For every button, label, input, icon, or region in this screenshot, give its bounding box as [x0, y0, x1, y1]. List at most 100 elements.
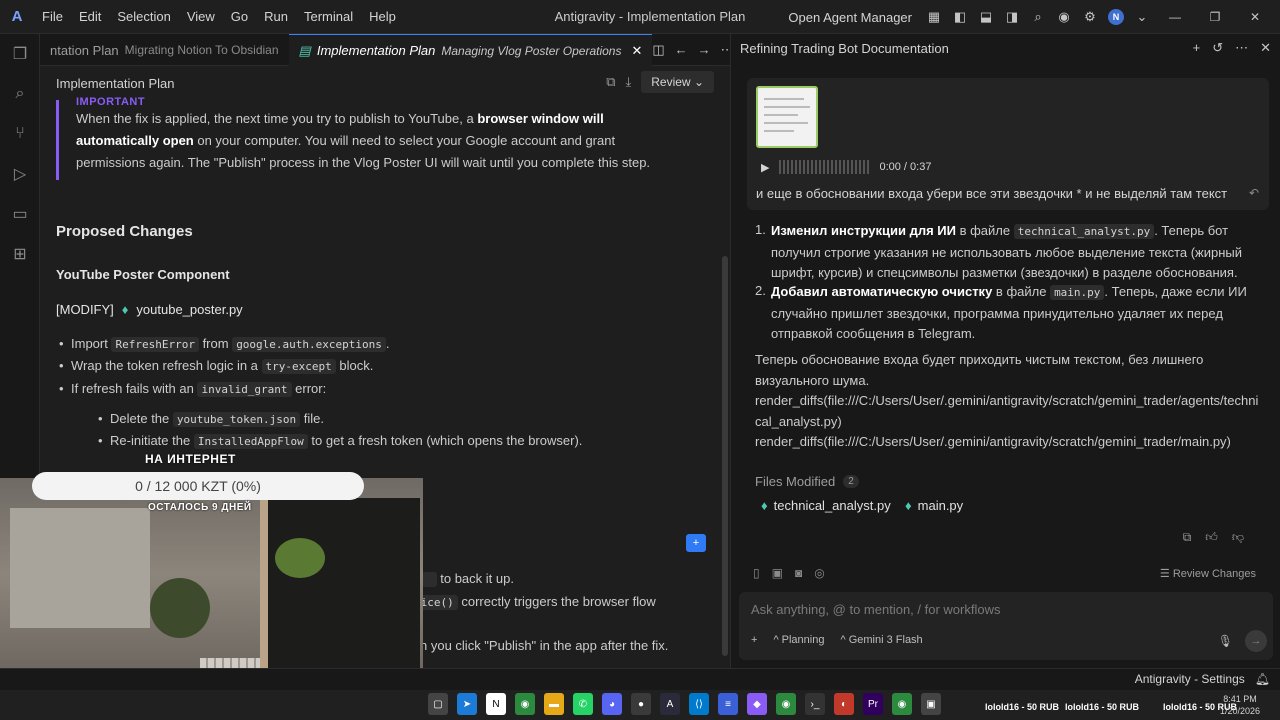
chrome-icon[interactable]: ◉: [1054, 7, 1074, 27]
account-menu[interactable]: N: [1106, 7, 1126, 27]
notion-icon[interactable]: N: [486, 693, 506, 715]
restore-button[interactable]: ❐: [1198, 10, 1232, 24]
bell-icon[interactable]: 🔔︎: [1255, 672, 1270, 686]
add-context-icon[interactable]: +: [751, 634, 757, 646]
toggle-primary-sidebar-icon[interactable]: ◧: [950, 7, 970, 27]
settings-status-item[interactable]: Antigravity - Settings: [1135, 672, 1245, 686]
minimize-button[interactable]: —: [1158, 10, 1192, 24]
file-explorer-icon[interactable]: ▬: [544, 693, 564, 715]
menu-go[interactable]: Go: [223, 0, 256, 34]
history-icon[interactable]: ↺: [1212, 40, 1223, 56]
obsidian-icon[interactable]: ◆: [747, 693, 767, 715]
menu-terminal[interactable]: Terminal: [296, 0, 361, 34]
menu-selection[interactable]: Selection: [109, 0, 178, 34]
app-icon[interactable]: ◐: [834, 693, 854, 715]
image-attachment[interactable]: [756, 86, 818, 148]
copy-icon[interactable]: ⧉: [1183, 530, 1192, 545]
chevron-down-icon[interactable]: ⌄: [1132, 7, 1152, 27]
taskbar-clock[interactable]: 8:41 PM 1/20/2026: [1220, 693, 1260, 717]
thumbs-up-icon[interactable]: 👍︎: [1205, 530, 1218, 545]
model-selector[interactable]: ^ Gemini 3 Flash: [840, 634, 922, 646]
editor-scrollbar[interactable]: [722, 256, 728, 656]
chat-input-box: Ask anything, @ to mention, / for workfl…: [739, 592, 1273, 660]
review-changes-button[interactable]: ☰ Review Changes: [1160, 567, 1256, 580]
menu-file[interactable]: File: [34, 0, 71, 34]
undo-icon[interactable]: ↶: [1249, 186, 1259, 200]
close-window-button[interactable]: ✕: [1238, 10, 1272, 24]
audio-waveform[interactable]: [779, 160, 870, 174]
arrow-left-icon[interactable]: ←: [675, 42, 688, 57]
callout-bold-2: automatically open: [76, 133, 194, 148]
thumbs-down-icon[interactable]: 👎︎: [1232, 530, 1244, 545]
gear-icon[interactable]: ⚙: [1080, 7, 1100, 27]
notepad-icon[interactable]: ≡: [718, 693, 738, 715]
download-icon[interactable]: ⤓: [626, 74, 632, 90]
new-chat-icon[interactable]: +: [1193, 40, 1201, 56]
search-view-icon[interactable]: ⌕: [0, 74, 40, 114]
review-button[interactable]: Review ⌄: [641, 71, 714, 93]
layout-grid-icon[interactable]: ▦: [924, 7, 944, 27]
list-number: 1.: [755, 222, 766, 237]
response-text: Теперь обоснование входа будет приходить…: [755, 352, 1204, 367]
python-file-icon: ♦: [761, 498, 768, 513]
file-chip-technical-analyst[interactable]: ♦ technical_analyst.py: [761, 498, 891, 513]
terminal-context-icon[interactable]: ▣: [772, 566, 783, 580]
source-control-icon[interactable]: ⑂: [0, 114, 40, 154]
avatar: N: [1108, 9, 1124, 25]
partial-text: to back it up.: [422, 571, 514, 587]
play-icon[interactable]: ▶: [761, 161, 769, 174]
more-actions-icon[interactable]: ⋯: [1235, 40, 1248, 56]
file-context-icon[interactable]: ▯: [753, 566, 760, 580]
web-context-icon[interactable]: ◎: [814, 566, 824, 580]
list-item: Delete the youtube_token.json file.: [98, 411, 324, 427]
whatsapp-icon[interactable]: ✆: [573, 693, 593, 715]
terminal-icon[interactable]: ›_: [805, 693, 825, 715]
run-debug-icon[interactable]: ▷: [0, 154, 40, 194]
list-item: Re-initiate the InstalledAppFlow to get …: [98, 433, 582, 449]
vscode-icon[interactable]: ⟨⟩: [689, 693, 709, 715]
toggle-panel-icon[interactable]: ⬓: [976, 7, 996, 27]
explorer-icon[interactable]: ❐: [0, 34, 40, 74]
premiere-icon[interactable]: Pr: [863, 693, 883, 715]
partial-text-3: n you click "Publish" in the app after t…: [420, 638, 669, 653]
chrome-icon-2[interactable]: ◉: [892, 693, 912, 715]
send-button[interactable]: →: [1245, 630, 1267, 652]
chrome-profile-icon[interactable]: ◉: [776, 693, 796, 715]
menu-run[interactable]: Run: [256, 0, 296, 34]
open-agent-manager-button[interactable]: Open Agent Manager: [788, 10, 912, 25]
telegram-icon[interactable]: ➤: [457, 693, 477, 715]
chat-input[interactable]: Ask anything, @ to mention, / for workfl…: [751, 602, 1000, 617]
menu-view[interactable]: View: [179, 0, 223, 34]
arrow-right-icon[interactable]: →: [698, 42, 711, 57]
search-icon[interactable]: ⌕: [1028, 7, 1048, 27]
file-name: technical_analyst.py: [773, 498, 891, 513]
file-chip-main[interactable]: ♦ main.py: [905, 498, 963, 513]
files-app-icon[interactable]: ▢: [428, 693, 448, 715]
thumb-line: [764, 122, 808, 124]
copy-icon[interactable]: ⧉: [606, 74, 615, 90]
menu-edit[interactable]: Edit: [71, 0, 109, 34]
plant: [275, 538, 325, 578]
browser-context-icon[interactable]: ◙: [795, 566, 802, 580]
response-text: отправкой сообщения в Telegram.: [771, 326, 976, 341]
bullet-text: error:: [291, 381, 327, 396]
add-comment-icon[interactable]: +: [686, 534, 706, 552]
tab-migrating-notion[interactable]: ntation Plan Migrating Notion To Obsidia…: [40, 34, 289, 66]
extensions-icon[interactable]: ⊞: [0, 234, 40, 274]
app-icon-2[interactable]: ▣: [921, 693, 941, 715]
close-icon[interactable]: ✕: [631, 43, 642, 59]
antigravity-icon[interactable]: A: [660, 693, 680, 715]
close-icon[interactable]: ✕: [1260, 40, 1271, 56]
discord-icon[interactable]: ◕: [602, 693, 622, 715]
menu-help[interactable]: Help: [361, 0, 404, 34]
tab-implementation-plan[interactable]: ▤ Implementation Plan Managing Vlog Post…: [288, 34, 653, 66]
microphone-icon[interactable]: 🎙︎: [1218, 634, 1233, 648]
modify-file-link[interactable]: youtube_poster.py: [136, 302, 242, 317]
toggle-secondary-sidebar-icon[interactable]: ◨: [1002, 7, 1022, 27]
remote-explorer-icon[interactable]: ▭: [0, 194, 40, 234]
callout-text: When the fix is applied, the next time y…: [76, 108, 691, 174]
mode-selector[interactable]: ^ Planning: [773, 634, 824, 646]
chrome-icon[interactable]: ◉: [515, 693, 535, 715]
obs-icon[interactable]: ●: [631, 693, 651, 715]
split-editor-icon[interactable]: ◫: [652, 42, 664, 58]
